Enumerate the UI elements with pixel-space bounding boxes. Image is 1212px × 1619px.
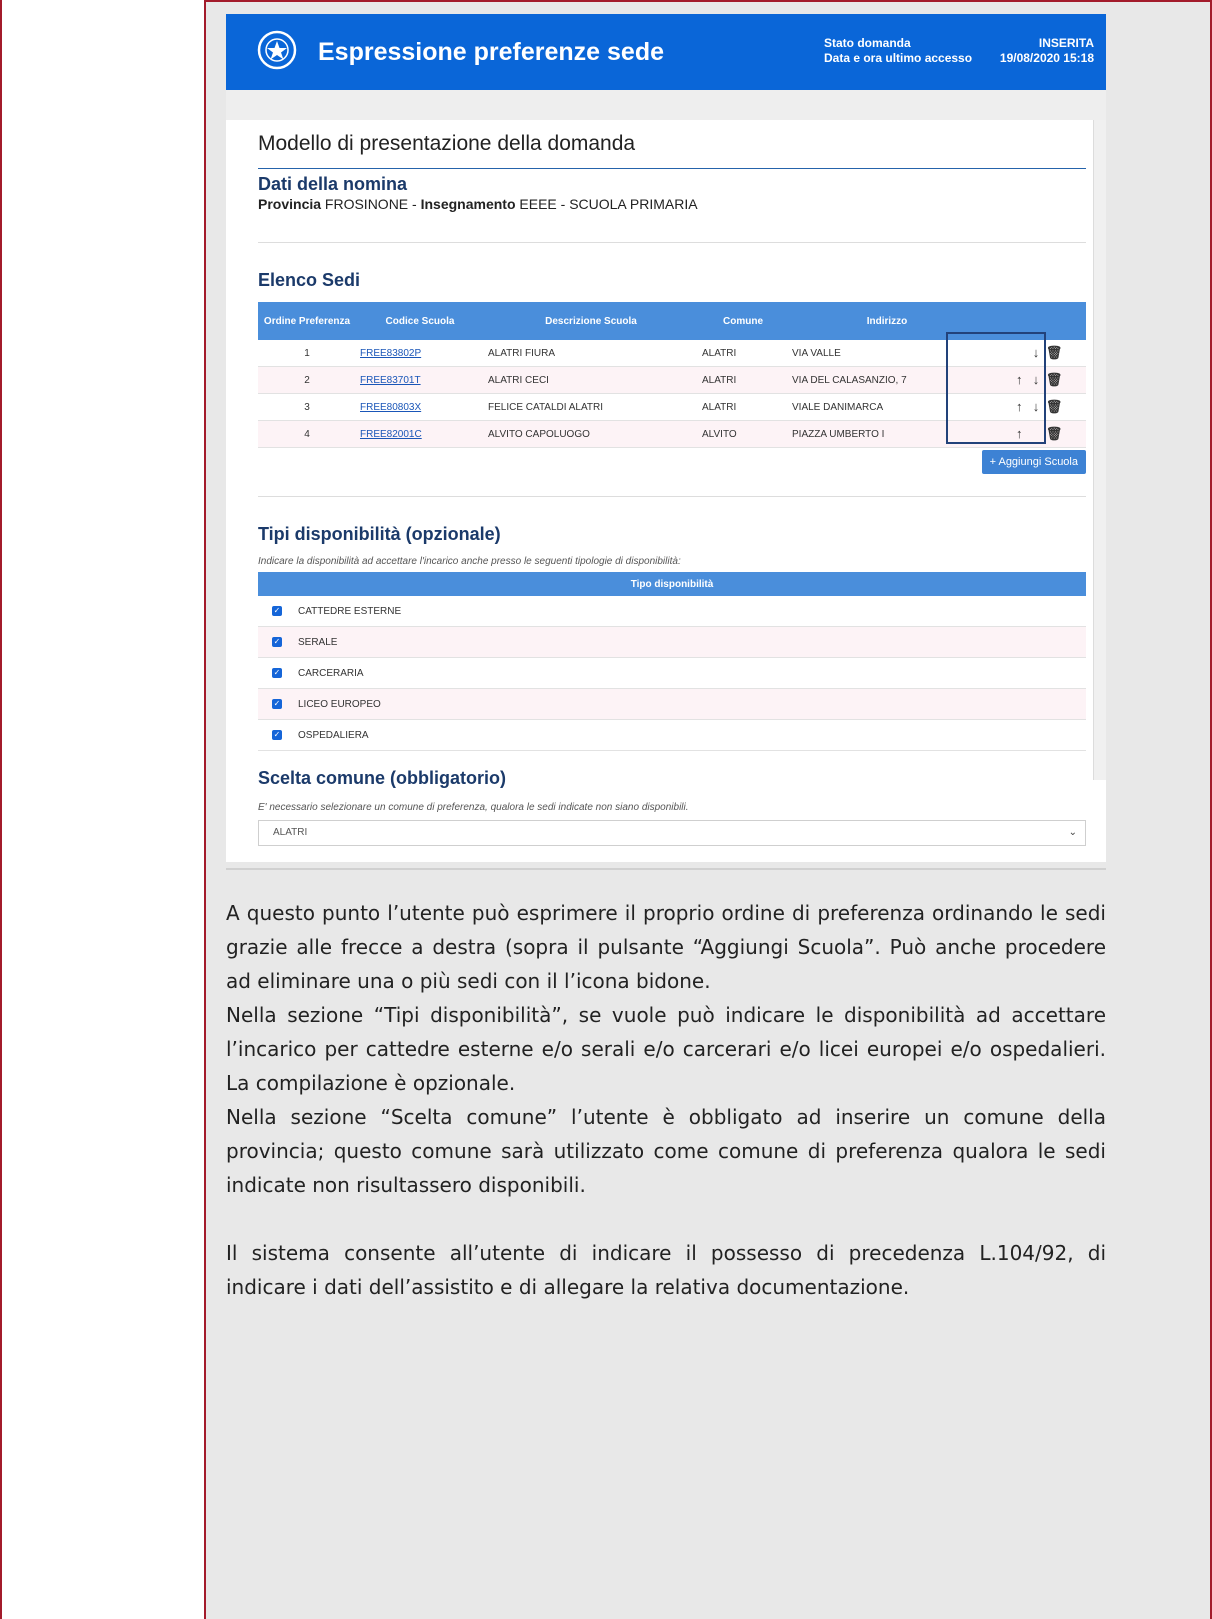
doc-paragraph: Il sistema consente all’utente di indica… [226,1241,1106,1299]
sede-codice-link[interactable]: FREE82001C [360,429,422,440]
sede-descrizione: ALVITO CAPOLUOGO [484,420,698,448]
chevron-down-icon: ⌄ [1068,827,1077,838]
col-codice: Codice Scuola [356,302,484,340]
nomina-separator: - [412,196,417,212]
tipo-checkbox[interactable]: ✓ [272,636,282,647]
sede-comune: ALVITO [698,420,788,448]
tipo-label: LICEO EUROPEO [298,698,381,710]
tipo-row: ✓ LICEO EUROPEO [258,688,1086,720]
doc-paragraph: Nella sezione “Scelta comune” l’utente è… [226,1105,1106,1197]
document-body-text: A questo punto l’utente può esprimere il… [226,896,1106,1304]
tipi-note: Indicare la disponibilità ad accettare l… [258,556,681,567]
col-tipo: Tipo disponibilità [258,572,1086,596]
tipi-table: Tipo disponibilità ✓ CATTEDRE ESTERNE ✓ SE… [258,572,1086,751]
form-title: Modello di presentazione della domanda [258,132,636,155]
stato-label: Stato domanda [824,36,911,50]
sede-codice-link[interactable]: FREE83802P [360,348,421,359]
sede-comune: ALATRI [698,366,788,394]
tipo-row: ✓ CATTEDRE ESTERNE [258,596,1086,627]
comune-note: E' necessario selezionare un comune di p… [258,802,689,813]
app-header: Espressione preferenze sede Stato domand… [226,14,1106,90]
insegnamento-value: EEEE - SCUOLA PRIMARIA [519,196,698,212]
comune-select[interactable]: ALATRI ⌄ [258,820,1086,846]
tipo-label: CATTEDRE ESTERNE [298,605,402,617]
header-gap [226,90,1106,120]
tipo-row: ✓ SERALE [258,626,1086,658]
sede-descrizione: ALATRI FIURA [484,340,698,367]
trash-icon[interactable]: 🗑 [1046,399,1063,415]
sede-comune: ALATRI [698,393,788,421]
tipo-checkbox[interactable]: ✓ [272,667,282,678]
header-meta-values: INSERITA 19/08/2020 15:18 [1000,36,1094,66]
sede-codice-link[interactable]: FREE83701T [360,375,421,386]
sede-ordine: 1 [258,340,356,367]
sede-ordine: 4 [258,420,356,448]
col-comune: Comune [698,302,788,340]
sede-ordine: 2 [258,366,356,394]
col-descrizione: Descrizione Scuola [484,302,698,340]
tipo-label: SERALE [298,636,338,648]
provincia-label: Provincia [258,196,322,212]
sede-descrizione: FELICE CATALDI ALATRI [484,393,698,421]
insegnamento-label: Insegnamento [420,196,516,212]
sedi-title: Elenco Sedi [258,270,361,290]
stato-value: INSERITA [1038,36,1094,50]
tipo-label: OSPEDALIERA [298,729,369,741]
sede-ordine: 3 [258,393,356,421]
sede-comune: ALATRI [698,340,788,367]
trash-icon[interactable]: 🗑 [1046,345,1063,361]
accesso-value: 19/08/2020 15:18 [999,51,1094,65]
doc-paragraph: A questo punto l’utente può esprimere il… [226,901,1106,993]
tipo-checkbox[interactable]: ✓ [272,698,282,709]
sede-codice-link[interactable]: FREE80803X [360,402,421,413]
nomina-details: Provincia FROSINONE - Insegnamento EEEE … [258,196,698,212]
document-left-column [0,0,206,1619]
header-meta-labels: Stato domanda Data e ora ultimo accesso [824,36,972,66]
doc-paragraph: Nella sezione “Tipi disponibilità”, se v… [226,1003,1106,1095]
tipo-row: ✓ CARCERARIA [258,657,1086,689]
trash-icon[interactable]: 🗑 [1046,372,1063,388]
republic-emblem-icon [257,30,297,70]
col-ordine: Ordine Preferenza [258,302,356,340]
nomina-title: Dati della nomina [258,174,408,194]
screenshot-bottom-rule [226,868,1106,870]
app-side-strip [1093,120,1106,780]
tipi-title: Tipi disponibilità (opzionale) [258,524,501,544]
tipi-header-row: Tipo disponibilità [258,572,1086,596]
tipo-row: ✓ OSPEDALIERA [258,719,1086,751]
comune-selected-value: ALATRI [273,827,308,838]
actions-highlight-box [946,332,1046,444]
add-school-button[interactable]: + Aggiungi Scuola [981,450,1086,474]
comune-title: Scelta comune (obbligatorio) [258,768,507,788]
app-screenshot: Espressione preferenze sede Stato domand… [226,14,1106,862]
tipo-checkbox[interactable]: ✓ [272,605,282,616]
trash-icon[interactable]: 🗑 [1046,426,1063,442]
provincia-value: FROSINONE [324,196,409,212]
tipo-checkbox[interactable]: ✓ [272,729,282,740]
form-title-rule [258,168,1086,169]
app-title: Espressione preferenze sede [318,38,664,66]
section-divider [258,496,1086,497]
tipo-label: CARCERARIA [298,667,364,679]
sede-descrizione: ALATRI CECI [484,366,698,394]
accesso-label: Data e ora ultimo accesso [824,51,973,65]
section-divider [258,242,1086,243]
